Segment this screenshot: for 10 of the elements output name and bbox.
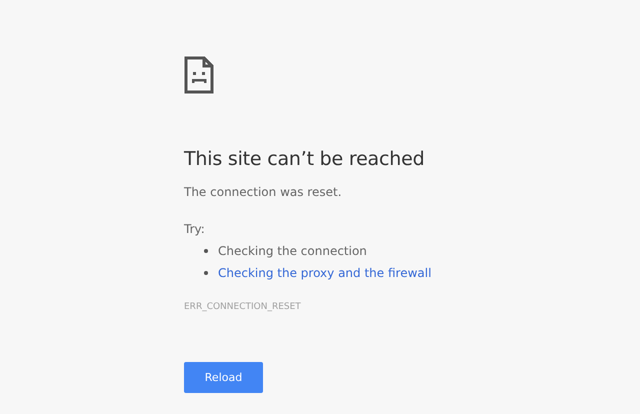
reload-button[interactable]: Reload bbox=[184, 362, 263, 393]
error-message: The connection was reset. bbox=[184, 184, 342, 200]
bullet-icon bbox=[204, 271, 208, 275]
suggestion-text: Checking the connection bbox=[218, 243, 367, 259]
error-code: ERR_CONNECTION_RESET bbox=[184, 301, 301, 313]
error-title: This site can’t be reached bbox=[184, 147, 424, 172]
sad-document-icon bbox=[184, 56, 214, 94]
bullet-icon bbox=[204, 249, 208, 253]
try-label: Try: bbox=[184, 221, 205, 237]
suggestion-link[interactable]: Checking the proxy and the firewall bbox=[218, 265, 432, 281]
